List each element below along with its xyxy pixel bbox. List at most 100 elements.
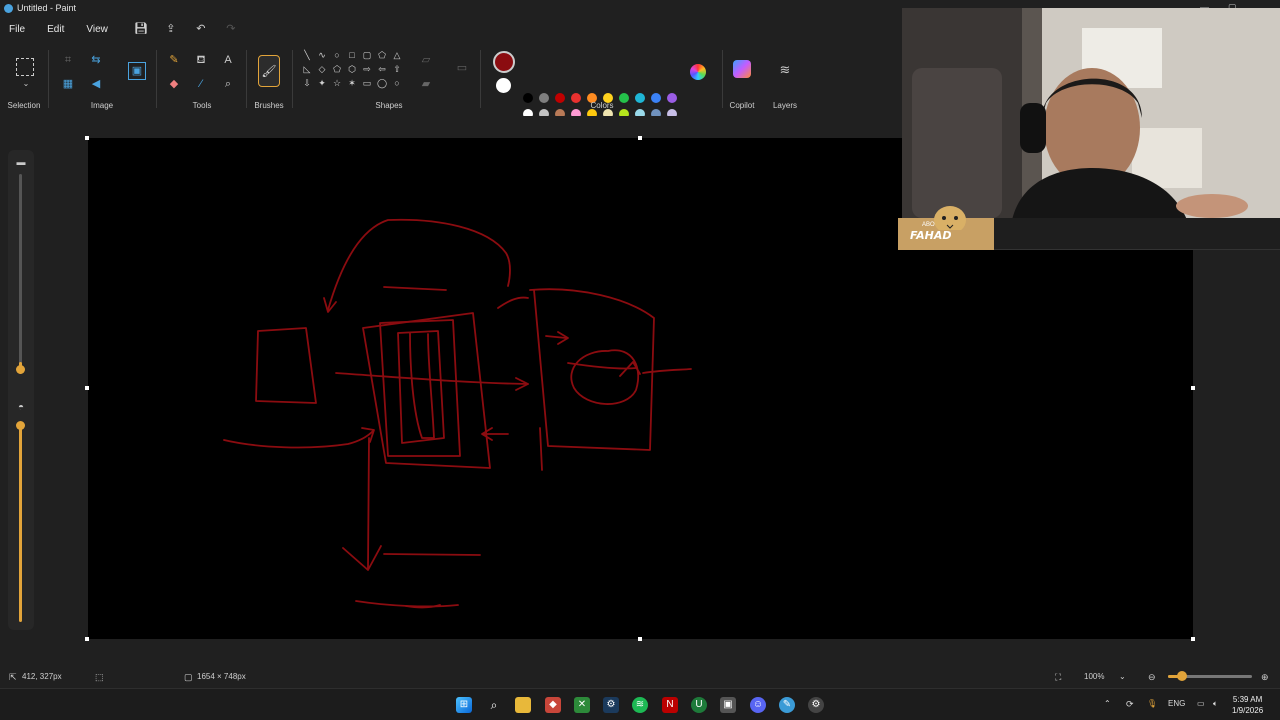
remove-background-icon[interactable]: ▦ — [60, 76, 76, 92]
status-bar: ⇱ 412, 327px ⬚ ▢ 1654 × 748px ⛶ 100% ⌄ ⊖… — [0, 664, 1280, 688]
group-image: ⌗ ⇆ ▣ ▦ ◀ Image — [52, 42, 152, 116]
search-icon[interactable]: ⌕ — [486, 697, 502, 713]
fit-to-window-icon[interactable]: ⛶ — [1055, 672, 1061, 683]
top-arc-stroke — [327, 218, 511, 311]
undo-icon[interactable]: ↶ — [194, 22, 208, 36]
image-select-icon[interactable]: ▣ — [128, 62, 146, 80]
group-colors: Colors — [484, 42, 720, 116]
clock-time: 5:39 AM — [1232, 695, 1263, 704]
group-label-brushes: Brushes — [254, 101, 284, 110]
canvas-resize-handle[interactable] — [1191, 637, 1195, 641]
group-label-selection: Selection — [7, 101, 41, 110]
vertical-down-arrow-head — [342, 545, 382, 571]
fill-bucket-icon[interactable]: ⛾ — [193, 52, 209, 68]
vertical-line-stroke — [539, 427, 543, 471]
crop-icon[interactable]: ⌗ — [60, 52, 76, 68]
right-short-line-stroke — [567, 362, 637, 370]
color-picker-icon[interactable]: ⁄ — [193, 76, 209, 92]
menu-edit[interactable]: Edit — [47, 24, 64, 35]
microphone-icon[interactable]: 🎙︎ — [1147, 699, 1157, 708]
redo-icon[interactable]: ↷ — [224, 22, 238, 36]
volume-icon[interactable]: 🔈︎ — [1213, 699, 1218, 709]
share-icon[interactable]: ⇪ — [164, 22, 178, 36]
group-label-tools: Tools — [192, 101, 212, 110]
ribbon-divider — [480, 50, 481, 108]
window-title: Untitled - Paint — [17, 3, 77, 13]
menu-file[interactable]: File — [9, 24, 25, 35]
brushes-button[interactable]: 🖌︎ — [258, 55, 280, 87]
canvas-resize-handle[interactable] — [85, 136, 89, 140]
right-circle-stroke — [570, 349, 640, 405]
taskbar: ⊞ ⌕ ◆ ✕ ⚙︎ ≋ N U ▣ ☺︎ ✎ ⚙︎ ⌃ ⟳ 🎙︎ ENG ▭ … — [0, 688, 1280, 720]
opacity-slider-thumb[interactable] — [16, 421, 25, 430]
menu-view[interactable]: View — [86, 24, 108, 35]
canvas-resize-handle[interactable] — [85, 637, 89, 641]
rotate-icon[interactable]: ◀ — [88, 76, 104, 92]
inner-arrow-stroke — [545, 335, 567, 339]
connector-stroke — [497, 296, 529, 309]
opacity-slider-track[interactable] — [19, 422, 22, 622]
short-line-stroke — [383, 286, 447, 291]
channel-badge: ABO FAHAD — [898, 206, 994, 250]
magnifier-icon[interactable]: ⌕ — [220, 76, 236, 92]
size-slider-track[interactable] — [19, 174, 22, 369]
ribbon-divider — [292, 50, 293, 108]
zoom-slider-thumb[interactable] — [1177, 671, 1187, 681]
bottom-line-stroke — [383, 553, 481, 556]
eraser-icon[interactable]: ◆ — [166, 76, 182, 92]
menu-bar: File Edit View 💾︎ ⇪ ↶ ↷ — [0, 16, 900, 42]
group-copilot: Copilot — [722, 42, 762, 116]
spotify-icon[interactable]: ≋ — [632, 697, 648, 713]
resize-icon[interactable]: ⇆ — [88, 52, 104, 68]
paint-app-icon — [4, 3, 13, 13]
brush-size-icon: ▬ — [16, 157, 26, 167]
zoom-dropdown-chevron-icon[interactable]: ⌄ — [1119, 672, 1126, 681]
zoom-out-icon[interactable]: ⊖ — [1148, 672, 1156, 683]
text-icon[interactable]: A — [220, 52, 236, 68]
horizontal-arrow-stroke — [335, 372, 529, 385]
canvas-resize-handle[interactable] — [85, 386, 89, 390]
size-slider-thumb[interactable] — [16, 365, 25, 374]
xbox-icon[interactable]: ✕ — [574, 697, 590, 713]
canvas-resize-handle[interactable] — [1191, 386, 1195, 390]
screenshot-icon[interactable]: ▣ — [720, 697, 736, 713]
leopard-logo-icon — [934, 206, 966, 230]
chevron-down-icon[interactable]: ⌄ — [18, 76, 34, 92]
group-label-copilot: Copilot — [729, 101, 755, 110]
group-layers: Layers — [762, 42, 808, 116]
inner-loop-stroke — [409, 332, 435, 439]
outer-center-box-stroke — [362, 312, 491, 469]
group-selection: ⌄ Selection — [0, 42, 48, 116]
language-indicator[interactable]: ENG — [1168, 699, 1185, 708]
discord-icon[interactable]: ☺︎ — [750, 697, 766, 713]
selection-rectangle-icon[interactable] — [16, 58, 34, 76]
webcam-overlay — [902, 8, 1280, 220]
app-u-icon[interactable]: U — [691, 697, 707, 713]
settings-taskbar-icon[interactable]: ⚙︎ — [808, 697, 824, 713]
webcam-image — [902, 8, 1280, 220]
group-label-image: Image — [90, 101, 114, 110]
canvas-resize-handle[interactable] — [638, 637, 642, 641]
zoom-level[interactable]: 100% — [1084, 672, 1104, 681]
clock[interactable]: 5:39 AM 1/9/2026 — [1232, 694, 1263, 716]
brush-settings-panel: ▬ ◓ — [8, 150, 34, 630]
badge-small-text: ABO — [922, 222, 935, 228]
save-icon[interactable]: 💾︎ — [134, 22, 148, 36]
app-icon[interactable]: ◆ — [545, 697, 561, 713]
canvas-resize-handle[interactable] — [638, 136, 642, 140]
network-status-icon[interactable]: ⟳ — [1126, 699, 1134, 710]
file-explorer-icon[interactable] — [515, 697, 531, 713]
ribbon: ⌄ Selection ⌗ ⇆ ▣ ▦ ◀ Image ✎ ⛾ A ◆ ⁄ ⌕ … — [0, 42, 900, 135]
steam-icon[interactable]: ⚙︎ — [603, 697, 619, 713]
pencil-icon[interactable]: ✎ — [166, 52, 182, 68]
right-box-stroke — [529, 288, 655, 451]
wifi-icon[interactable]: ▭ — [1197, 699, 1205, 708]
paint-taskbar-icon[interactable]: ✎ — [779, 697, 795, 713]
right-exit-line-stroke — [642, 368, 692, 374]
tray-chevron-up-icon[interactable]: ⌃ — [1104, 699, 1111, 708]
zoom-in-icon[interactable]: ⊕ — [1261, 672, 1269, 683]
badge-text: FAHAD — [910, 229, 952, 242]
clock-date: 1/9/2026 — [1232, 706, 1264, 715]
start-icon[interactable]: ⊞ — [456, 697, 472, 713]
netflix-icon[interactable]: N — [662, 697, 678, 713]
